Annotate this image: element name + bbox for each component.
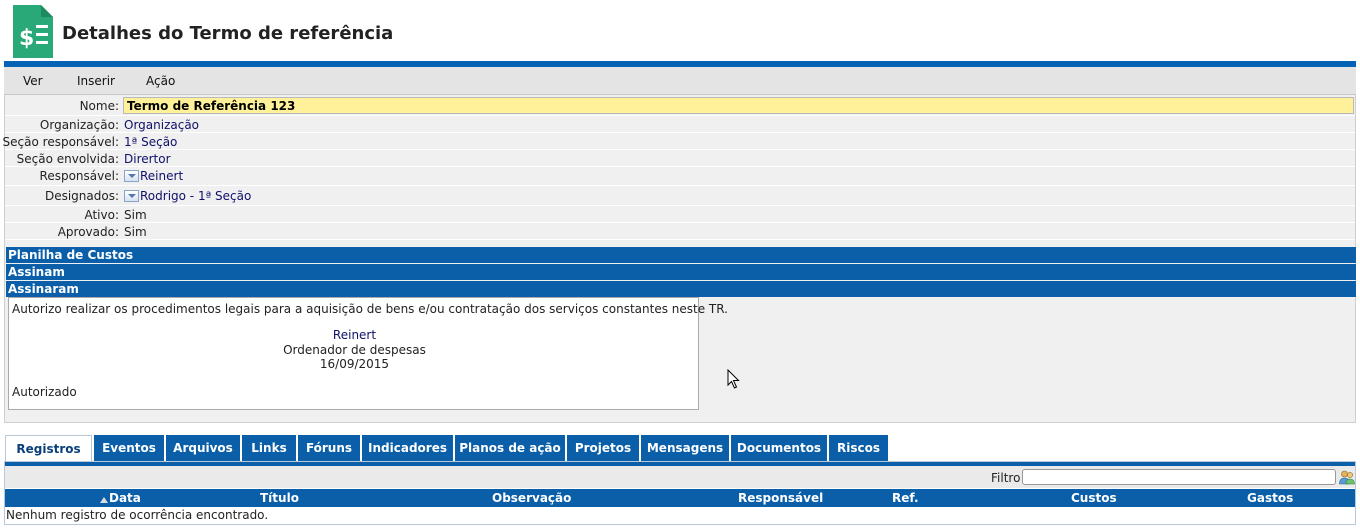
dropdown-icon[interactable] [124, 170, 139, 182]
filter-row: Filtro [5, 466, 1355, 488]
svg-text:$: $ [19, 26, 34, 51]
tab-planos-de-acao[interactable]: Planos de ação [455, 435, 567, 461]
dropdown-icon[interactable] [124, 190, 139, 202]
field-row-designados: Designados: Rodrigo - 1ª Seção [5, 186, 1355, 206]
field-row-nome: Nome: Termo de Referência 123 [5, 95, 1355, 116]
signature-status: Autorizado [12, 385, 77, 399]
organization-value[interactable]: Organização [124, 118, 199, 132]
field-label: Seção envolvida: [16, 152, 119, 166]
tab-riscos[interactable]: Riscos [829, 435, 890, 461]
tab-registros[interactable]: Registros [5, 435, 92, 461]
section-planilha-de-custos[interactable]: Planilha de Custos [6, 247, 1356, 263]
tab-arquivos[interactable]: Arquivos [166, 435, 242, 461]
field-row-secao-responsavel: Seção responsável: 1ª Seção [2, 133, 1355, 150]
menu-ver[interactable]: Ver [23, 74, 43, 88]
field-label: Nome: [79, 99, 119, 113]
assignee-name[interactable]: Rodrigo - 1ª Seção [140, 189, 251, 203]
cost-document-icon: $ [13, 5, 53, 58]
column-responsavel[interactable]: Responsável [738, 491, 823, 505]
tab-mensagens[interactable]: Mensagens [641, 435, 731, 461]
signature-statement: Autorizo realizar os procedimentos legai… [12, 302, 728, 316]
tab-eventos[interactable]: Eventos [94, 435, 166, 461]
section-assinam[interactable]: Assinam [6, 264, 1356, 280]
column-ref[interactable]: Ref. [892, 491, 919, 505]
responsible-section-value[interactable]: 1ª Seção [124, 135, 177, 149]
sort-ascending-icon [100, 497, 108, 503]
tab-documentos[interactable]: Documentos [731, 435, 829, 461]
column-custos[interactable]: Custos [1071, 491, 1117, 505]
name-value: Termo de Referência 123 [123, 97, 1354, 114]
field-row-responsavel: Responsável: Reinert [5, 167, 1355, 186]
page-title: Detalhes do Termo de referência [62, 23, 394, 44]
tab-foruns[interactable]: Fóruns [298, 435, 362, 461]
field-label: Seção responsável: [2, 135, 119, 149]
menu-acao[interactable]: Ação [146, 74, 175, 88]
column-data[interactable]: Data [109, 491, 141, 505]
signature-date: 16/09/2015 [319, 357, 390, 371]
tab-links[interactable]: Links [242, 435, 298, 461]
menu-bar: Ver Inserir Ação [4, 67, 1356, 95]
signer-name[interactable]: Reinert [9, 328, 700, 342]
field-label: Aprovado: [57, 225, 119, 239]
filter-label: Filtro [991, 471, 1021, 485]
field-label: Responsável: [39, 169, 119, 183]
field-label: Ativo: [84, 208, 119, 222]
mouse-cursor-icon [727, 369, 740, 389]
tab-projetos[interactable]: Projetos [567, 435, 641, 461]
approved-value: Sim [124, 225, 147, 239]
involved-section-value[interactable]: Dirertor [124, 152, 171, 166]
field-row-secao-envolvida: Seção envolvida: Dirertor [5, 150, 1355, 167]
active-value: Sim [124, 208, 147, 222]
field-label: Designados: [44, 189, 119, 203]
column-titulo[interactable]: Título [260, 491, 299, 505]
field-row-organizacao: Organização: Organização [5, 116, 1355, 133]
section-assinaram[interactable]: Assinaram [6, 281, 1356, 297]
assignees-value: Rodrigo - 1ª Seção [124, 189, 251, 203]
responsible-value: Reinert [124, 169, 183, 183]
column-gastos[interactable]: Gastos [1247, 491, 1293, 505]
tab-strip: Registros Eventos Arquivos Links Fóruns … [4, 435, 1356, 461]
records-table-header: Data Título Observação Responsável Ref. … [5, 489, 1355, 507]
page-header: $ Detalhes do Termo de referência [0, 0, 1360, 60]
records-panel: Filtro Data Título Observação Responsáve… [4, 461, 1356, 525]
tab-indicadores[interactable]: Indicadores [362, 435, 455, 461]
field-row-aprovado: Aprovado: Sim [5, 223, 1355, 240]
signer-role: Ordenador de despesas [283, 343, 426, 357]
column-observacao[interactable]: Observação [492, 491, 571, 505]
details-panel: Nome: Termo de Referência 123 Organizaçã… [2, 95, 1356, 423]
responsible-name[interactable]: Reinert [140, 169, 183, 183]
filter-input[interactable] [1022, 469, 1336, 485]
empty-table-message: Nenhum registro de ocorrência encontrado… [6, 508, 269, 522]
field-label: Organização: [39, 118, 119, 132]
users-filter-icon[interactable] [1339, 469, 1355, 485]
field-row-ativo: Ativo: Sim [5, 206, 1355, 223]
signature-box: Autorizo realizar os procedimentos legai… [8, 297, 728, 410]
menu-inserir[interactable]: Inserir [77, 74, 115, 88]
